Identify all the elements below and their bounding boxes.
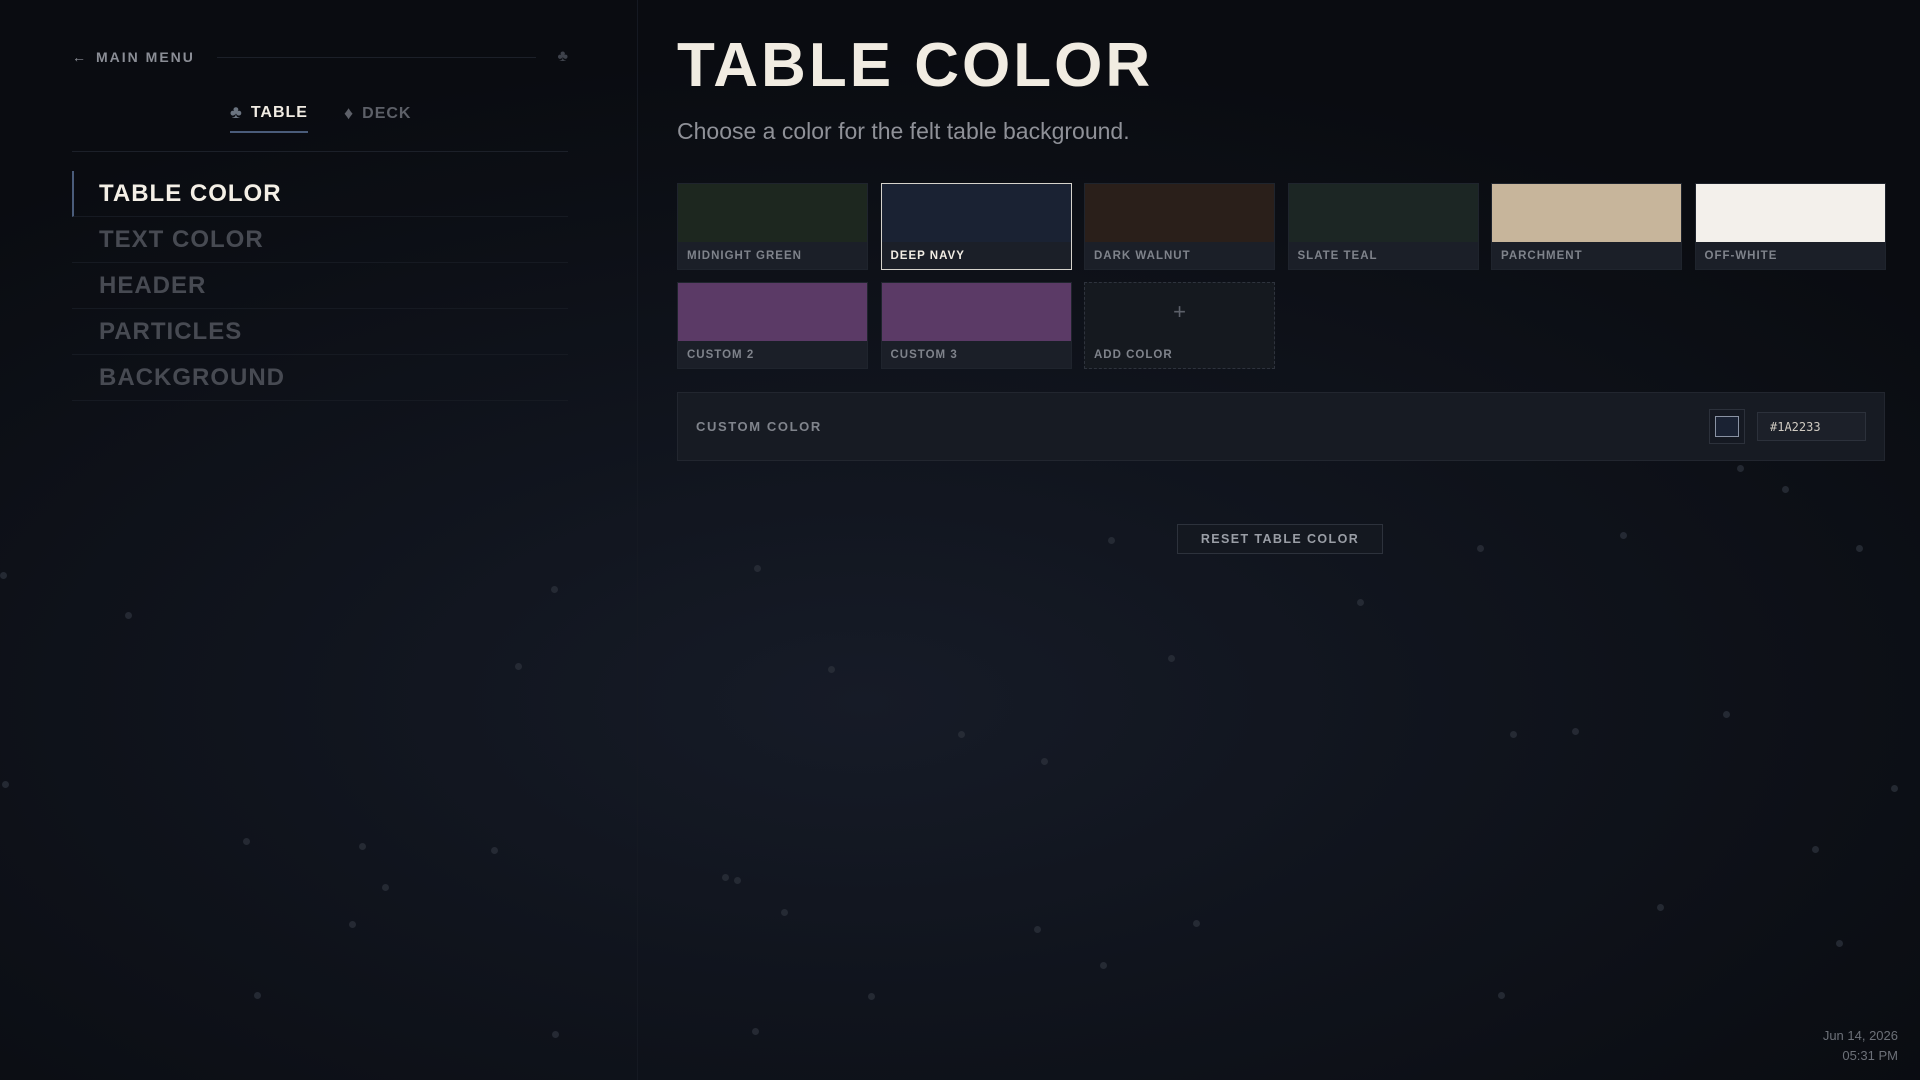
arrow-left-icon: ← xyxy=(72,49,88,65)
tab-table[interactable]: ♣ TABLE xyxy=(230,102,308,133)
swatch-chip xyxy=(881,283,1071,341)
swatch-chip xyxy=(1492,184,1681,242)
club-icon: ♣ xyxy=(557,48,569,65)
swatch-label: SLATE TEAL xyxy=(1297,249,1378,262)
custom-color-label: CUSTOM COLOR xyxy=(696,419,822,434)
reset-table-color-button[interactable]: RESET TABLE COLOR xyxy=(1177,524,1383,554)
divider xyxy=(216,56,536,58)
sidebar-item-text-color[interactable]: TEXT COLOR xyxy=(72,217,568,263)
main-menu-label: MAIN MENU xyxy=(96,49,195,65)
settings-menu: TABLE COLOR TEXT COLOR HEADER PARTICLES … xyxy=(72,171,568,401)
sidebar-item-background[interactable]: BACKGROUND xyxy=(72,355,568,401)
clock-time: 05:31 PM xyxy=(1842,1048,1898,1063)
swatch-chip xyxy=(1695,184,1885,242)
sidebar-item-particles[interactable]: PARTICLES xyxy=(72,309,568,355)
custom-color-panel: CUSTOM COLOR xyxy=(677,392,1885,461)
sidebar-item-header[interactable]: HEADER xyxy=(72,263,568,309)
divider xyxy=(72,151,568,152)
clock: Jun 14, 2026 05:31 PM xyxy=(1823,1026,1898,1066)
tab-deck[interactable]: ♦ DECK xyxy=(344,102,412,133)
add-color-button[interactable]: + ADD COLOR xyxy=(1084,282,1275,369)
swatch-midnight-green[interactable]: MIDNIGHT GREEN xyxy=(677,183,868,270)
swatch-chip xyxy=(1288,184,1478,242)
add-color-label: ADD COLOR xyxy=(1094,348,1173,361)
club-icon: ♣ xyxy=(230,102,243,122)
color-well-button[interactable] xyxy=(1709,409,1745,444)
swatch-label: DEEP NAVY xyxy=(890,249,965,262)
back-row: ← MAIN MENU ♣ xyxy=(72,46,568,68)
sidebar-item-table-color[interactable]: TABLE COLOR xyxy=(72,171,568,217)
swatch-custom-2[interactable]: CUSTOM 2 xyxy=(677,282,868,369)
hex-input[interactable] xyxy=(1757,412,1866,441)
swatch-deep-navy[interactable]: DEEP NAVY xyxy=(880,183,1072,270)
color-preview xyxy=(1715,416,1739,437)
swatch-chip xyxy=(678,184,867,242)
tab-label: DECK xyxy=(362,104,412,122)
swatch-chip xyxy=(1085,184,1274,242)
diamond-icon: ♦ xyxy=(343,103,355,123)
swatch-label: CUSTOM 2 xyxy=(687,348,755,361)
swatch-parchment[interactable]: PARCHMENT xyxy=(1491,183,1682,270)
clock-date: Jun 14, 2026 xyxy=(1822,1028,1898,1043)
swatch-label: OFF-WHITE xyxy=(1704,249,1778,262)
swatch-chip xyxy=(881,184,1071,242)
swatch-slate-teal[interactable]: SLATE TEAL xyxy=(1287,183,1479,270)
main-menu-button[interactable]: ← MAIN MENU xyxy=(72,49,195,65)
swatch-label: CUSTOM 3 xyxy=(890,348,958,361)
tab-bar: ♣ TABLE ♦ DECK xyxy=(230,102,411,133)
page-title: TABLE COLOR xyxy=(677,31,1154,100)
swatch-custom-3[interactable]: CUSTOM 3 xyxy=(880,282,1072,369)
swatch-grid: MIDNIGHT GREEN DEEP NAVY DARK WALNUT SLA… xyxy=(677,183,1886,369)
swatch-label: PARCHMENT xyxy=(1501,249,1583,262)
tab-label: TABLE xyxy=(250,103,308,121)
swatch-off-white[interactable]: OFF-WHITE xyxy=(1694,183,1886,270)
swatch-label: DARK WALNUT xyxy=(1094,249,1191,262)
plus-icon: + xyxy=(1173,299,1186,324)
swatch-dark-walnut[interactable]: DARK WALNUT xyxy=(1084,183,1275,270)
page-subtitle: Choose a color for the felt table backgr… xyxy=(677,118,1130,144)
swatch-chip xyxy=(678,283,867,341)
swatch-label: MIDNIGHT GREEN xyxy=(687,249,802,262)
sidebar: ← MAIN MENU ♣ ♣ TABLE ♦ DECK TABLE COLOR… xyxy=(0,0,638,1080)
